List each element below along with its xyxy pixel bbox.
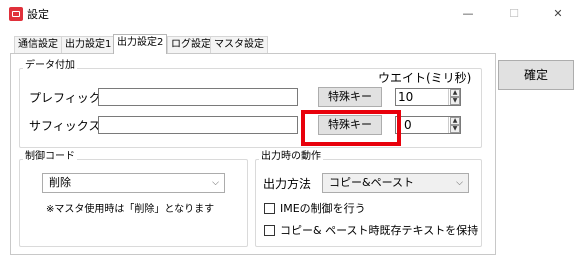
suffix-wait-value: 0: [404, 118, 412, 132]
highlight-box: [301, 110, 401, 146]
spin-down-icon[interactable]: ▼: [450, 97, 460, 105]
spin-up-icon[interactable]: ▲: [450, 117, 460, 125]
control-code-note: ※マスタ使用時は「削除」となります: [46, 204, 215, 215]
control-code-selected: 削除: [49, 176, 71, 189]
close-button[interactable]: ✕: [538, 0, 578, 30]
settings-app-icon: [9, 7, 23, 21]
prefix-wait-stepper[interactable]: 10 ▲ ▼: [395, 88, 461, 106]
minimize-button[interactable]: —: [448, 0, 488, 30]
maximize-button[interactable]: ☐: [494, 0, 534, 30]
prefix-field[interactable]: [98, 88, 298, 106]
output-method-select[interactable]: コピー&ペースト ⌵: [322, 173, 469, 193]
spin-down-icon[interactable]: ▼: [450, 125, 460, 133]
prefix-special-key-button[interactable]: 特殊キー: [318, 87, 382, 107]
wait-ms-label: ウエイト(ミリ秒): [378, 71, 472, 85]
ime-control-checkbox[interactable]: [264, 203, 275, 214]
ime-control-label: IMEの制御を行う: [280, 202, 366, 215]
keep-text-checkbox[interactable]: [264, 225, 275, 236]
tab-master-settings[interactable]: マスタ設定: [210, 36, 268, 53]
output-method-label: 出力方法: [263, 177, 312, 191]
control-code-select[interactable]: 削除 ⌵: [42, 173, 225, 193]
output-method-selected: コピー&ペースト: [329, 176, 415, 189]
confirm-button[interactable]: 確定: [498, 60, 574, 90]
suffix-wait-stepper[interactable]: 0 ▲ ▼: [395, 116, 461, 134]
tab-log-settings[interactable]: ログ設定: [167, 36, 215, 53]
chevron-down-icon: ⌵: [212, 178, 219, 188]
prefix-wait-value: 10: [398, 90, 414, 104]
window-title: 設定: [27, 8, 49, 21]
title-bar: 設定 — ☐ ✕: [0, 0, 586, 30]
tab-output-settings-1[interactable]: 出力設定1: [61, 36, 116, 53]
tab-output-settings-2[interactable]: 出力設定2: [113, 34, 168, 54]
tab-communication-settings[interactable]: 通信設定: [14, 36, 62, 53]
control-code-group-title: 制御コード: [23, 151, 77, 163]
output-behavior-group-title: 出力時の動作: [259, 151, 323, 163]
prefix-wait-spin: ▲ ▼: [448, 89, 460, 105]
data-append-group-title: データ付加: [23, 60, 77, 72]
keep-text-label: コピー& ペースト時既存テキストを保持: [280, 224, 479, 237]
chevron-down-icon: ⌵: [456, 178, 463, 188]
suffix-field[interactable]: [98, 116, 298, 134]
spin-up-icon[interactable]: ▲: [450, 89, 460, 97]
suffix-label: サフィックス: [29, 119, 101, 133]
suffix-wait-spin: ▲ ▼: [448, 117, 460, 133]
